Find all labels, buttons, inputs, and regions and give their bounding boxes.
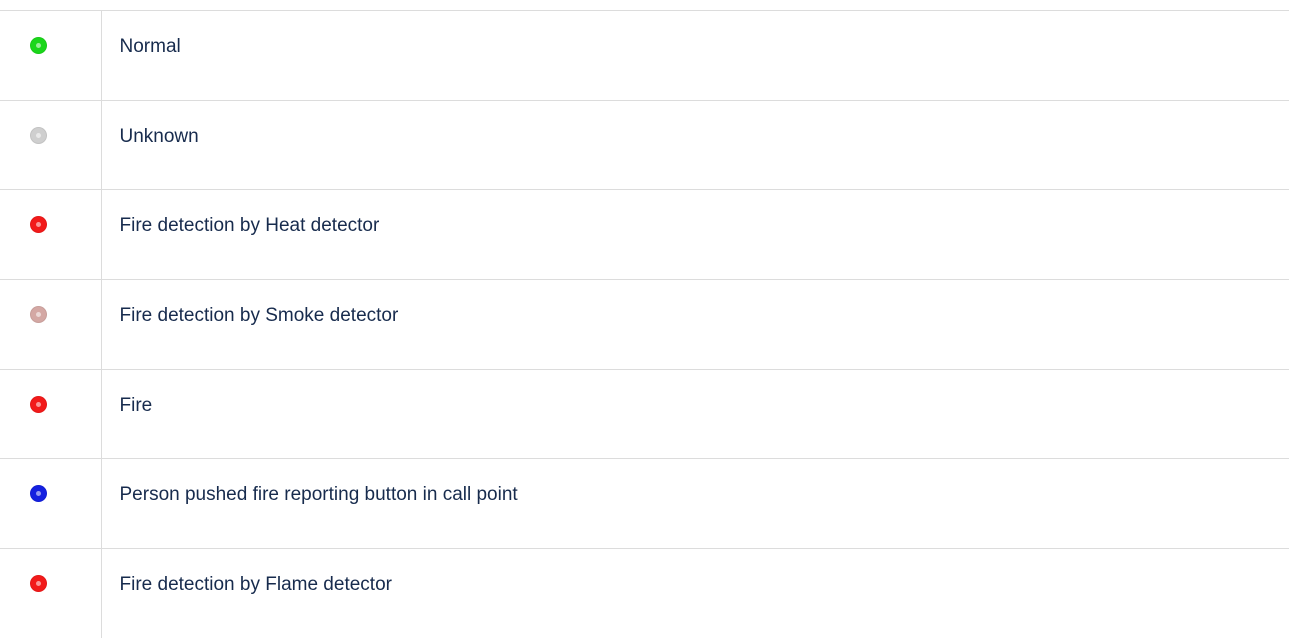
- red-status-dot-icon: [30, 575, 47, 593]
- table-row: Person pushed fire reporting button in c…: [0, 458, 1289, 550]
- status-label: Fire detection by Heat detector: [101, 189, 1289, 281]
- icon-cell: [0, 458, 102, 550]
- icon-cell: [0, 189, 102, 281]
- pink-status-dot-icon: [30, 306, 47, 324]
- status-label: Fire detection by Smoke detector: [101, 279, 1289, 370]
- status-legend-table: Normal Unknown Fire detection by Heat de…: [0, 10, 1289, 638]
- table-row: Fire: [0, 368, 1289, 460]
- gray-status-dot-icon: [30, 126, 47, 144]
- table-row: Fire detection by Heat detector: [0, 189, 1289, 281]
- red-status-dot-icon: [30, 216, 47, 234]
- icon-cell: [0, 548, 102, 638]
- green-status-dot-icon: [30, 37, 47, 54]
- icon-cell: [0, 368, 102, 460]
- status-label: Normal: [101, 10, 1289, 101]
- status-label: Unknown: [101, 99, 1289, 191]
- icon-cell: [0, 10, 102, 101]
- icon-cell: [0, 279, 102, 370]
- table-row: Fire detection by Smoke detector: [0, 279, 1289, 370]
- status-label: Fire detection by Flame detector: [101, 548, 1289, 638]
- status-label: Person pushed fire reporting button in c…: [101, 458, 1289, 550]
- table-row: Unknown: [0, 99, 1289, 191]
- icon-cell: [0, 99, 102, 191]
- red-status-dot-icon: [30, 395, 47, 413]
- table-row: Fire detection by Flame detector: [0, 548, 1289, 638]
- blue-status-dot-icon: [30, 485, 47, 503]
- status-label: Fire: [101, 368, 1289, 460]
- table-row: Normal: [0, 10, 1289, 101]
